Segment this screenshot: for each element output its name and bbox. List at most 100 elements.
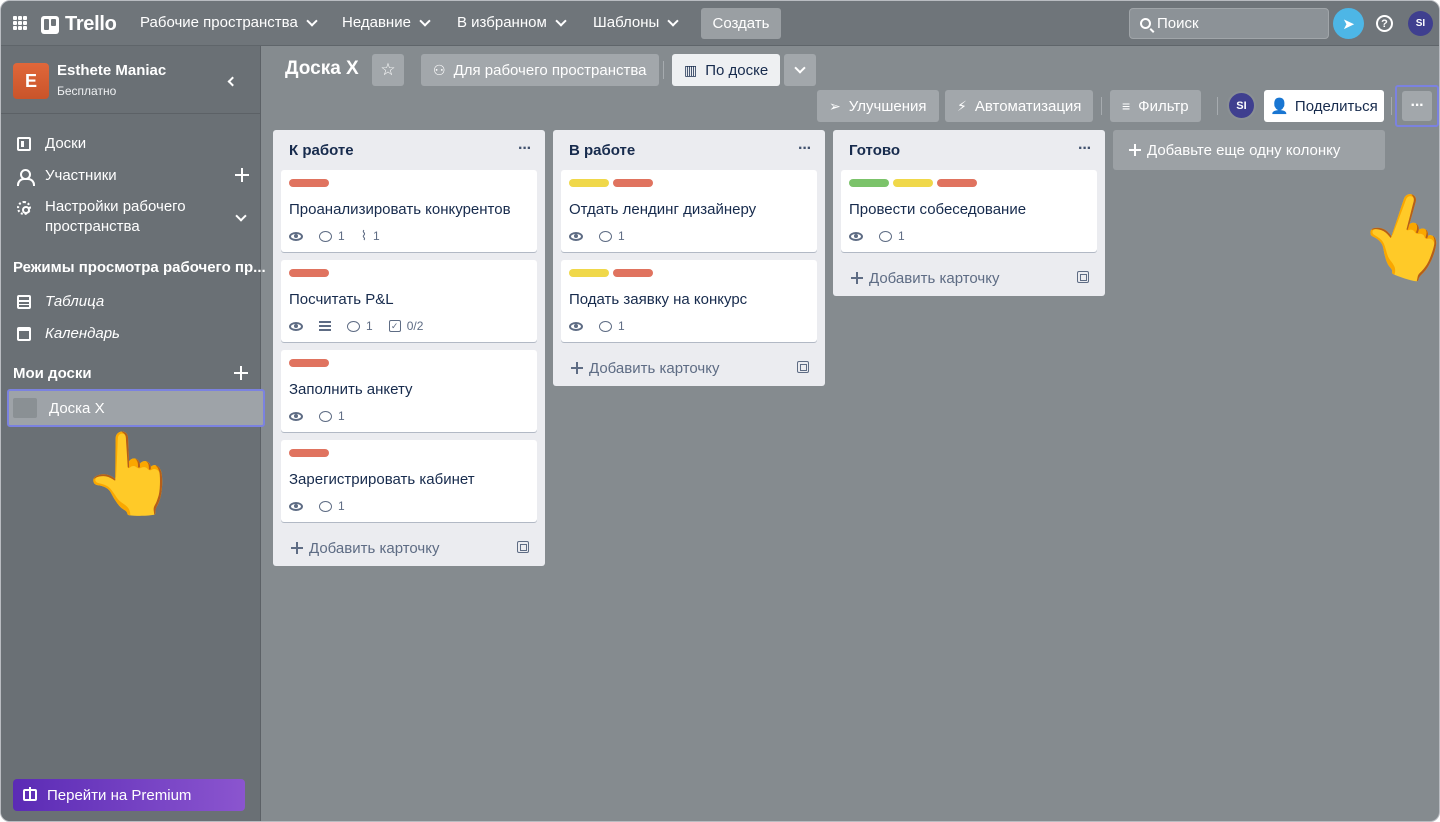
premium-button[interactable]: Перейти на Premium — [13, 779, 245, 811]
card-label-red[interactable] — [289, 359, 329, 367]
card-label-yellow[interactable] — [569, 269, 609, 277]
add-card-label: Добавить карточку — [589, 359, 720, 377]
card-label-red[interactable] — [613, 179, 653, 187]
card[interactable]: Отдать лендинг дизайнеру 1 — [561, 170, 817, 252]
collapse-sidebar-button[interactable] — [217, 71, 245, 91]
watch-icon — [569, 321, 583, 331]
card-label-red[interactable] — [289, 179, 329, 187]
comments-badge: 1 — [319, 499, 345, 513]
visibility-button[interactable]: ⚇ Для рабочего пространства — [421, 54, 659, 86]
comments-badge: 1 — [599, 319, 625, 333]
sidebar-item-calendar[interactable]: Календарь — [17, 325, 120, 342]
list-title[interactable]: Готово — [849, 142, 900, 159]
trello-logo[interactable]: Trello — [41, 13, 117, 36]
board-title[interactable]: Доска X — [285, 58, 359, 80]
help-icon[interactable]: ? — [1376, 15, 1393, 32]
view-dropdown-button[interactable] — [784, 54, 816, 86]
card[interactable]: Проанализировать конкурентов 1 ⌇ 1 — [281, 170, 537, 252]
list-done: Готово ··· Провести собеседование 1 Доба… — [833, 130, 1105, 296]
search-input[interactable]: Поиск — [1129, 8, 1329, 39]
card-title: Провести собеседование — [849, 201, 1027, 218]
comment-count: 1 — [338, 499, 345, 513]
card-template-icon[interactable] — [797, 361, 809, 373]
list-header[interactable]: Готово ··· — [833, 130, 1105, 170]
divider — [1101, 97, 1102, 115]
comment-icon — [347, 320, 360, 332]
card-template-icon[interactable] — [517, 541, 529, 553]
list-menu-icon[interactable]: ··· — [518, 140, 532, 158]
add-card-button[interactable]: Добавить карточку — [273, 530, 545, 566]
logo-text: Trello — [65, 13, 117, 35]
watch-icon — [569, 231, 583, 241]
card-label-red[interactable] — [289, 269, 329, 277]
sidebar-item-label: Настройки рабочего пространства — [45, 198, 186, 235]
nav-starred[interactable]: В избранном — [457, 14, 567, 31]
add-list-button[interactable]: Добавьте еще одну колонку — [1113, 130, 1385, 170]
list-menu-icon[interactable]: ··· — [1078, 140, 1092, 158]
card[interactable]: Заполнить анкету 1 — [281, 350, 537, 432]
visibility-label: Для рабочего пространства — [453, 61, 647, 79]
list-todo: К работе ··· Проанализировать конкуренто… — [273, 130, 545, 566]
sidebar-item-table[interactable]: Таблица — [17, 293, 104, 310]
comments-badge: 1 — [347, 319, 373, 333]
table-icon — [17, 295, 31, 309]
chevron-left-icon — [227, 76, 238, 86]
card-label-red[interactable] — [289, 449, 329, 457]
sidebar-item-boards[interactable]: Доски — [17, 135, 86, 152]
chevron-down-icon[interactable] — [235, 210, 247, 222]
card-label-yellow[interactable] — [569, 179, 609, 187]
nav-templates[interactable]: Шаблоны — [593, 14, 680, 31]
comment-icon — [319, 410, 332, 422]
apps-grid-icon[interactable] — [13, 16, 27, 30]
add-card-button[interactable]: Добавить карточку — [833, 260, 1105, 296]
chevron-down-icon — [667, 14, 680, 27]
star-icon: ☆ — [380, 60, 396, 79]
card-template-icon[interactable] — [1077, 271, 1089, 283]
list-menu-icon[interactable]: ··· — [798, 140, 812, 158]
card-label-yellow[interactable] — [893, 179, 933, 187]
list-title[interactable]: К работе — [289, 142, 354, 159]
add-member-icon[interactable] — [235, 168, 249, 182]
card[interactable]: Подать заявку на конкурс 1 — [561, 260, 817, 342]
card[interactable]: Провести собеседование 1 — [841, 170, 1097, 252]
sidebar-item-board-x[interactable]: Доска X — [7, 389, 265, 427]
board-menu-button[interactable]: ··· — [1395, 85, 1439, 127]
workspace-plan: Бесплатно — [57, 84, 117, 98]
list-title[interactable]: В работе — [569, 142, 635, 159]
watch-icon — [289, 501, 303, 511]
plus-icon — [291, 542, 303, 554]
view-switcher-button[interactable]: ▥ По доске — [672, 54, 781, 86]
sidebar-item-settings[interactable]: Настройки рабочего пространства — [17, 198, 186, 237]
card-title: Зарегистрировать кабинет — [289, 471, 475, 488]
list-header[interactable]: В работе ··· — [553, 130, 825, 170]
plus-icon — [571, 362, 583, 374]
star-button[interactable]: ☆ — [372, 54, 404, 86]
workspace-name[interactable]: Esthete Maniac — [57, 62, 166, 79]
nav-recent[interactable]: Недавние — [342, 14, 431, 31]
rocket-icon[interactable]: ➤ — [1333, 8, 1364, 39]
comment-icon — [879, 230, 892, 242]
card-label-red[interactable] — [613, 269, 653, 277]
share-button[interactable]: 👤 Поделиться — [1264, 90, 1384, 122]
board-thumbnail — [13, 398, 37, 418]
list-header[interactable]: К работе ··· — [273, 130, 545, 170]
powerups-button[interactable]: ➢ Улучшения — [817, 90, 939, 122]
comment-count: 1 — [898, 229, 905, 243]
add-board-icon[interactable] — [234, 366, 248, 380]
board-member-avatar[interactable]: SI — [1227, 91, 1256, 120]
create-button[interactable]: Создать — [701, 8, 781, 39]
nav-workspaces-label: Рабочие пространства — [140, 14, 298, 31]
card-label-red[interactable] — [937, 179, 977, 187]
views-heading: Режимы просмотра рабочего пр... — [13, 259, 266, 276]
sidebar-item-members[interactable]: Участники — [17, 167, 117, 186]
automation-button[interactable]: ⚡ Автоматизация — [945, 90, 1094, 122]
add-card-button[interactable]: Добавить карточку — [553, 350, 825, 386]
nav-workspaces[interactable]: Рабочие пространства — [140, 14, 318, 31]
filter-button[interactable]: ≡ Фильтр — [1110, 90, 1201, 122]
board-icon — [17, 137, 31, 151]
account-avatar[interactable]: SI — [1408, 11, 1433, 36]
card[interactable]: Посчитать P&L 1 ✓ 0/2 — [281, 260, 537, 342]
my-boards-heading: Мои доски — [13, 365, 92, 382]
card-label-green[interactable] — [849, 179, 889, 187]
card[interactable]: Зарегистрировать кабинет 1 — [281, 440, 537, 522]
